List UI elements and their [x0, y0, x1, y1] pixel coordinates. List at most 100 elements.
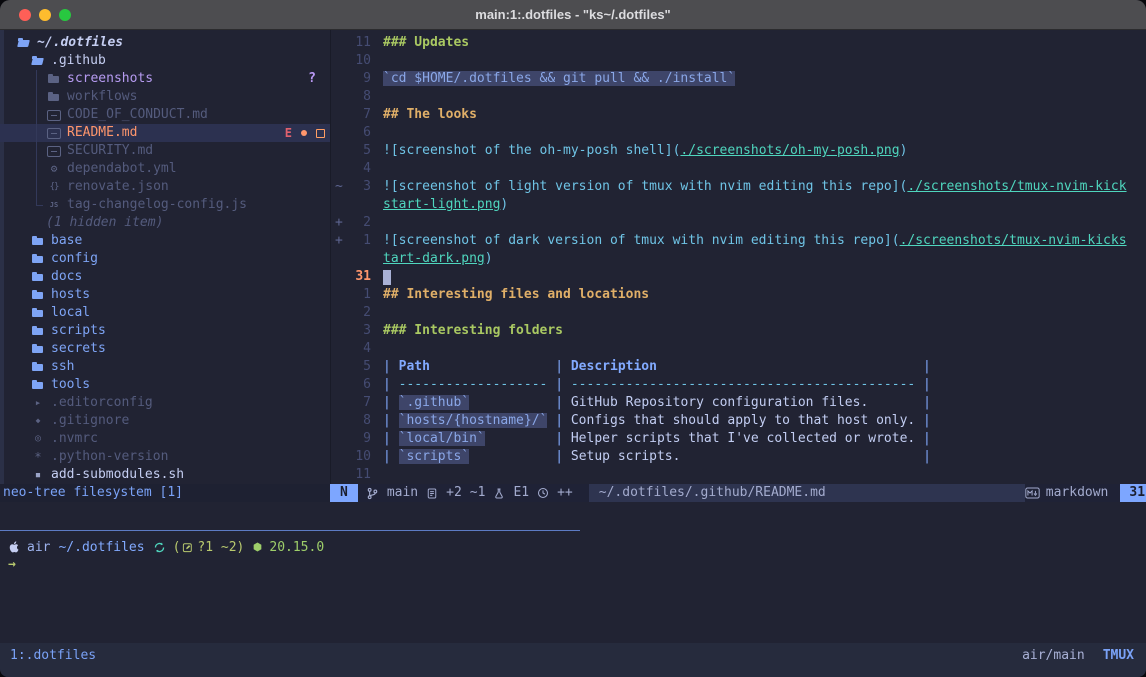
editor-line[interactable]: 2 [331, 304, 1146, 322]
editor-line[interactable]: 3### Interesting folders [331, 322, 1146, 340]
tree-item-code-of-conduct.md[interactable]: CODE_OF_CONDUCT.md [0, 106, 330, 124]
tree-item-ssh[interactable]: ssh [0, 358, 330, 376]
tmux-badge: TMUX [1103, 647, 1134, 665]
buffer-icon [426, 487, 438, 500]
tree-indent [6, 178, 46, 196]
unstaged-square-icon [316, 129, 325, 138]
editor-line[interactable]: 7## The looks [331, 106, 1146, 124]
shell-pane[interactable]: air ~/.dotfiles ( ?1 ~2 ) 20.15.0 → [0, 531, 1146, 643]
tree-item-dependabot.yml[interactable]: dependabot.yml [0, 160, 330, 178]
line-number [345, 250, 371, 268]
editor-line[interactable]: 9| `local/bin` | Helper scripts that I'v… [331, 430, 1146, 448]
editor-line[interactable]: 7| `.github` | GitHub Repository configu… [331, 394, 1146, 412]
git-sync-icon [153, 541, 166, 554]
editor-line[interactable]: ~3![screenshot of light version of tmux … [331, 178, 1146, 196]
tree-item-.editorconfig[interactable]: .editorconfig [0, 394, 330, 412]
tree-item-docs[interactable]: docs [0, 268, 330, 286]
tree-item-.dotfiles[interactable]: ~/.dotfiles [0, 34, 330, 52]
titlebar[interactable]: main:1:.dotfiles - "ks~/.dotfiles" [0, 0, 1146, 30]
tmux-window-1[interactable]: 1:.dotfiles [10, 647, 96, 665]
tree-item-screenshots[interactable]: screenshots? [0, 70, 330, 88]
editor-line[interactable]: 6| ------------------- | ---------------… [331, 376, 1146, 394]
zoom-button[interactable] [59, 9, 71, 21]
editor-line[interactable]: 6 [331, 124, 1146, 142]
close-button[interactable] [19, 9, 31, 21]
tree-item-label: local [51, 304, 90, 322]
md-icon [46, 142, 62, 160]
tree-item-label: .editorconfig [51, 394, 153, 412]
tree-item-1-hidden-item[interactable]: (1 hidden item) [0, 214, 330, 232]
editor-line[interactable]: 8| `hosts/{hostname}/` | Configs that sh… [331, 412, 1146, 430]
line-text: ### Updates [383, 34, 469, 52]
gutter-sign [331, 412, 345, 430]
tree-item-.github[interactable]: .github [0, 52, 330, 70]
tree-item-secrets[interactable]: secrets [0, 340, 330, 358]
tree-item-workflows[interactable]: workflows [0, 88, 330, 106]
folder-icon [30, 322, 46, 340]
editor-line[interactable]: 11 [331, 466, 1146, 484]
diagnostics-error: E1 [513, 484, 529, 502]
editor-line[interactable]: 31 [331, 268, 1146, 286]
minimize-button[interactable] [39, 9, 51, 21]
tree-item-security.md[interactable]: SECURITY.md [0, 142, 330, 160]
tree-item-tools[interactable]: tools [0, 376, 330, 394]
editor-line[interactable]: +2 [331, 214, 1146, 232]
line-number: 1 [345, 286, 371, 304]
traffic-lights [19, 9, 71, 21]
tree-item-scripts[interactable]: scripts [0, 322, 330, 340]
editor-line[interactable]: start-light.png) [331, 196, 1146, 214]
editor-line[interactable]: +1![screenshot of dark version of tmux w… [331, 232, 1146, 250]
gutter-sign [331, 34, 345, 52]
tree-indent [6, 430, 30, 448]
tree-item-add-submodules.sh[interactable]: add-submodules.sh [0, 466, 330, 484]
neotree-sidebar[interactable]: ~/.dotfiles.githubscreenshots?workflowsC… [0, 30, 330, 484]
tree-item-label: SECURITY.md [67, 142, 153, 160]
tree-item-.python-version[interactable]: .python-version [0, 448, 330, 466]
tree-item-readme.md[interactable]: README.mdE [0, 124, 330, 142]
tree-item-label: docs [51, 268, 82, 286]
nvim-statusline: N main +2 ~1 E1 ++ ~/.do [330, 484, 1146, 502]
tree-item-.nvmrc[interactable]: .nvmrc [0, 430, 330, 448]
tree-item-.gitignore[interactable]: .gitignore [0, 412, 330, 430]
editor-pane[interactable]: 11### Updates109`cd $HOME/.dotfiles && g… [330, 30, 1146, 484]
editor-line[interactable]: 5![screenshot of the oh-my-posh shell](.… [331, 142, 1146, 160]
tree-item-local[interactable]: local [0, 304, 330, 322]
line-text: ### Interesting folders [383, 322, 563, 340]
editor-line[interactable]: 9`cd $HOME/.dotfiles && git pull && ./in… [331, 70, 1146, 88]
line-text: | ------------------- | ----------------… [383, 376, 931, 394]
hostname: air [27, 540, 50, 555]
line-number: 2 [345, 214, 371, 232]
markdown-icon [1025, 487, 1040, 499]
flag-icon [30, 394, 46, 412]
tree-item-hosts[interactable]: hosts [0, 286, 330, 304]
editor-line[interactable]: 5| Path | Description | [331, 358, 1146, 376]
tree-indent [6, 70, 46, 88]
tree-indent [6, 340, 30, 358]
editor-line[interactable]: 1## Interesting files and locations [331, 286, 1146, 304]
diff-added: +2 [446, 484, 462, 502]
editor-line[interactable]: 10 [331, 52, 1146, 70]
tree-item-base[interactable]: base [0, 232, 330, 250]
editor-line[interactable]: 4 [331, 160, 1146, 178]
folder-open-icon [16, 34, 32, 52]
diamond-icon [30, 412, 46, 430]
tree-item-config[interactable]: config [0, 250, 330, 268]
line-number: 2 [345, 304, 371, 322]
editor-line[interactable]: 8 [331, 88, 1146, 106]
editor-line[interactable]: 11### Updates [331, 34, 1146, 52]
gutter-sign [331, 340, 345, 358]
editor-line[interactable]: tart-dark.png) [331, 250, 1146, 268]
line-number: 31 [345, 268, 371, 286]
editor-line[interactable]: 10| `scripts` | Setup scripts. | [331, 448, 1146, 466]
tree-item-tag-changelog-config.js[interactable]: tag-changelog-config.js [0, 196, 330, 214]
tree-indent [6, 466, 30, 484]
folder-open-icon [30, 52, 46, 70]
gear-icon [46, 160, 62, 178]
editor-line[interactable]: 4 [331, 340, 1146, 358]
gutter-sign [331, 394, 345, 412]
folder-icon [30, 286, 46, 304]
line-number: 6 [345, 124, 371, 142]
tree-indent [6, 394, 30, 412]
tree-item-renovate.json[interactable]: renovate.json [0, 178, 330, 196]
line-text: | Path | Description | [383, 358, 931, 376]
